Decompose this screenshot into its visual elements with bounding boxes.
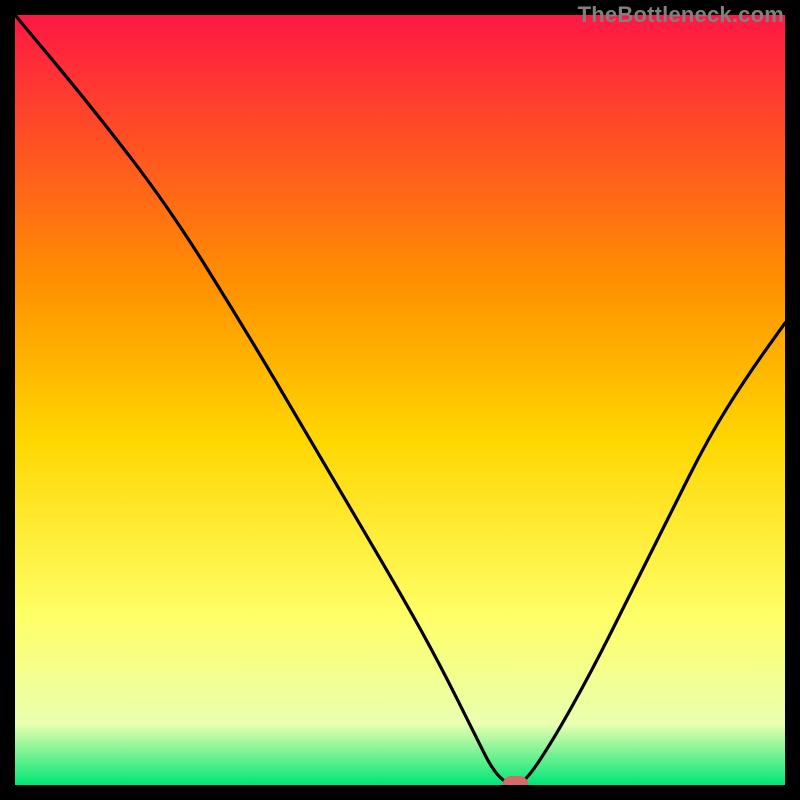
- chart-frame: TheBottleneck.com: [0, 0, 800, 800]
- plot-area: [15, 15, 785, 785]
- watermark-label: TheBottleneck.com: [578, 2, 784, 28]
- gradient-background: [15, 15, 785, 785]
- bottleneck-chart: [15, 15, 785, 785]
